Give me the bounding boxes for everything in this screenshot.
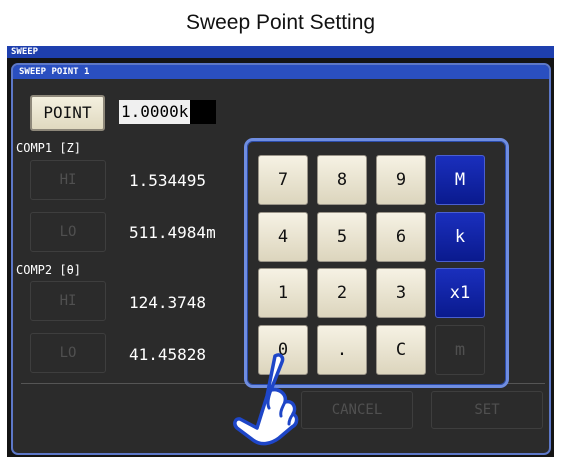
- key-7[interactable]: 7: [258, 155, 308, 205]
- key-kilo[interactable]: k: [435, 212, 485, 262]
- sweep-top-bar: SWEEP: [7, 46, 554, 58]
- comp1-hi-value: 1.534495: [129, 171, 207, 190]
- hand-pointer-icon: [233, 353, 299, 446]
- page-title: Sweep Point Setting: [185, 11, 376, 34]
- comp2-label: COMP2 [θ]: [16, 263, 82, 277]
- key-decimal[interactable]: .: [317, 325, 367, 375]
- cancel-button[interactable]: CANCEL: [301, 391, 413, 429]
- key-9[interactable]: 9: [376, 155, 426, 205]
- comp1-lo-value: 511.4984m: [129, 223, 216, 242]
- key-5[interactable]: 5: [317, 212, 367, 262]
- comp1-label: COMP1 [Z]: [16, 141, 82, 155]
- point-button[interactable]: POINT: [30, 95, 105, 131]
- point-value-text: 1.0000k: [119, 100, 191, 124]
- comp1-lo-button[interactable]: LO: [30, 212, 106, 252]
- comp2-hi-value: 124.3748: [129, 293, 207, 312]
- key-3[interactable]: 3: [376, 268, 426, 318]
- comp1-hi-button[interactable]: HI: [30, 160, 106, 200]
- input-cursor: [190, 100, 217, 124]
- panel-title: SWEEP POINT 1: [13, 65, 549, 79]
- key-8[interactable]: 8: [317, 155, 367, 205]
- key-mega[interactable]: M: [435, 155, 485, 205]
- key-clear[interactable]: C: [376, 325, 426, 375]
- comp2-hi-button[interactable]: HI: [30, 281, 106, 321]
- key-6[interactable]: 6: [376, 212, 426, 262]
- key-4[interactable]: 4: [258, 212, 308, 262]
- key-2[interactable]: 2: [317, 268, 367, 318]
- comp2-lo-value: 41.45828: [129, 345, 207, 364]
- key-milli[interactable]: m: [435, 325, 485, 375]
- point-value-field[interactable]: 1.0000k: [117, 100, 225, 124]
- key-1[interactable]: 1: [258, 268, 308, 318]
- comp2-lo-button[interactable]: LO: [30, 333, 106, 373]
- set-button[interactable]: SET: [431, 391, 543, 429]
- key-x1[interactable]: x1: [435, 268, 485, 318]
